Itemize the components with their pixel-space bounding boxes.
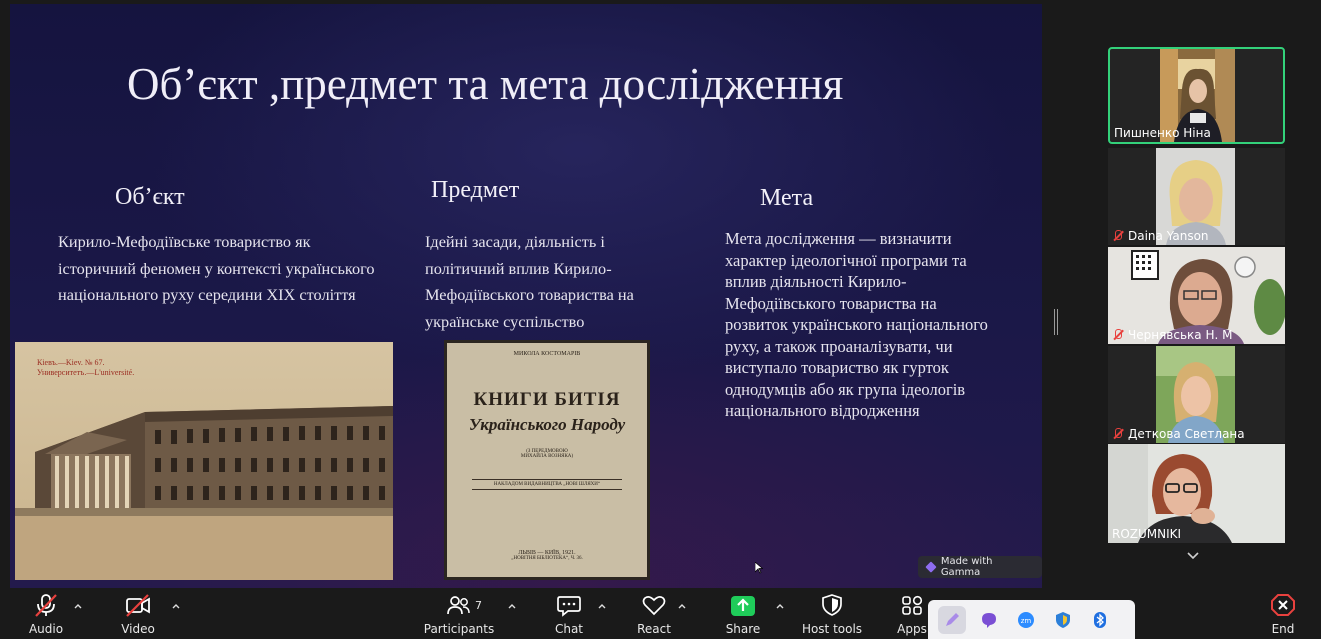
share-options-caret-icon[interactable] xyxy=(776,602,784,610)
mouse-cursor-icon xyxy=(755,562,763,574)
participant-name: Daina Yanson xyxy=(1112,229,1209,243)
made-with-gamma-badge[interactable]: Made with Gamma xyxy=(918,556,1042,578)
participants-options-caret-icon[interactable] xyxy=(508,602,516,610)
object-text: Кирило-Мефодіївське товариство як істори… xyxy=(58,232,375,304)
audio-button[interactable]: Audio xyxy=(26,588,66,639)
university-photo: Кіевъ.—Kiev. № 67. Университетъ.—L'unive… xyxy=(15,342,393,580)
participant-tile[interactable]: ROZUMNIKI xyxy=(1108,444,1285,543)
chat-options-caret-icon[interactable] xyxy=(598,602,606,610)
chat-icon xyxy=(557,596,581,617)
video-button[interactable]: Video xyxy=(118,588,158,639)
muted-mic-icon xyxy=(1112,329,1124,341)
apps-button[interactable]: Apps xyxy=(896,588,928,639)
participant-name: Деткова Светлана xyxy=(1112,427,1245,441)
end-call-icon xyxy=(1271,594,1295,616)
goal-text: Мета дослідження — визначити характер ід… xyxy=(725,229,988,420)
participant-tile[interactable]: Деткова Светлана xyxy=(1108,346,1285,443)
microphone-muted-icon xyxy=(35,594,57,617)
object-heading: Об’єкт xyxy=(115,184,185,210)
camera-off-icon xyxy=(126,594,150,617)
participant-tile[interactable]: Чернявська Н. М xyxy=(1108,247,1285,344)
participants-count: 7 xyxy=(475,599,482,612)
gamma-logo-icon xyxy=(925,561,937,573)
react-button[interactable]: React xyxy=(637,588,671,639)
participant-name: ROZUMNIKI xyxy=(1112,527,1182,541)
viber-icon[interactable] xyxy=(975,606,1003,634)
slide-title: Об’єкт ,предмет та мета дослідження xyxy=(127,59,844,109)
book-cover-photo: МИКОЛА КОСТОМАРІВ КНИГИ БИТІЯ Українсько… xyxy=(444,340,650,580)
subject-heading: Предмет xyxy=(431,177,520,203)
participant-name: Пишненко Ніна xyxy=(1114,126,1211,140)
participant-tile[interactable]: Пишненко Ніна xyxy=(1108,47,1285,144)
postcard-caption: Кіевъ.—Kiev. № 67. Университетъ.—L'unive… xyxy=(37,358,135,377)
panel-resize-handle[interactable] xyxy=(1054,309,1058,335)
chevron-down-icon[interactable] xyxy=(1187,550,1199,562)
security-shield-icon[interactable] xyxy=(1049,606,1077,634)
react-options-caret-icon[interactable] xyxy=(678,602,686,610)
video-options-caret-icon[interactable] xyxy=(172,602,180,610)
pen-app-icon[interactable] xyxy=(938,605,966,634)
zoom-tray-icon[interactable]: zm xyxy=(1012,606,1040,634)
host-tools-button[interactable]: Host tools xyxy=(802,588,862,639)
goal-heading: Мета xyxy=(760,185,814,211)
chat-button[interactable]: Chat xyxy=(553,588,585,639)
participants-icon xyxy=(447,596,470,615)
share-screen-icon xyxy=(731,596,755,616)
end-meeting-button[interactable]: End xyxy=(1266,588,1300,639)
audio-options-caret-icon[interactable] xyxy=(74,602,82,610)
muted-mic-icon xyxy=(1112,230,1124,242)
bluetooth-icon[interactable] xyxy=(1086,606,1114,634)
participant-name: Чернявська Н. М xyxy=(1112,328,1232,342)
system-tray-overlay: zm xyxy=(928,600,1135,639)
participant-tile[interactable]: Daina Yanson xyxy=(1108,148,1285,245)
shared-slide: Об’єкт ,предмет та мета дослідження Об’є… xyxy=(10,4,1042,588)
svg-text:zm: zm xyxy=(1021,617,1032,625)
shield-icon xyxy=(822,594,842,616)
muted-mic-icon xyxy=(1112,428,1124,440)
heart-icon xyxy=(642,596,666,616)
share-button[interactable]: Share xyxy=(726,588,760,639)
participants-button[interactable]: Participants xyxy=(424,588,494,639)
subject-text: Ідейні засади, діяльність і політичний в… xyxy=(425,232,634,331)
apps-icon xyxy=(902,595,923,615)
